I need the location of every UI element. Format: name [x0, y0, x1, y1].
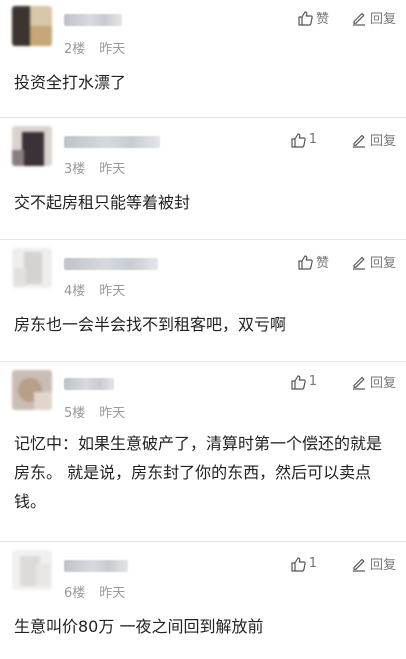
like-count: 1 — [308, 132, 317, 147]
comment-time: 昨天 — [99, 162, 126, 177]
floor-number: 5楼 — [64, 406, 86, 421]
comment-time: 昨天 — [99, 42, 126, 57]
like-count: 赞 — [315, 256, 329, 271]
avatar[interactable] — [12, 126, 52, 166]
avatar[interactable] — [12, 370, 52, 410]
like-count: 1 — [308, 374, 317, 389]
thumbs-up-icon — [291, 374, 306, 390]
pencil-icon — [352, 12, 365, 26]
pencil-icon — [352, 256, 365, 270]
comment-item: 2楼 昨天 赞 回复 投资全打水漂了 — [0, 0, 406, 118]
comment-actions: 1 回复 — [290, 554, 396, 573]
username-blurred[interactable] — [64, 378, 114, 390]
comment-time: 昨天 — [99, 586, 126, 601]
comment-list: 2楼 昨天 赞 回复 投资全打水漂了 3楼 昨天 1 回复 交不起房租只能等着被… — [0, 0, 406, 659]
username-blurred[interactable] — [64, 258, 158, 270]
like-count: 1 — [308, 556, 317, 571]
comment-item: 3楼 昨天 1 回复 交不起房租只能等着被封 — [0, 118, 406, 240]
pencil-icon — [352, 134, 365, 148]
comment-text: 交不起房租只能等着被封 — [14, 193, 191, 212]
floor-number: 3楼 — [64, 162, 86, 177]
comment-time: 昨天 — [99, 284, 126, 299]
comment-meta: 2楼 昨天 — [64, 38, 125, 57]
reply-button[interactable]: 回复 — [351, 252, 396, 271]
comment-time: 昨天 — [99, 406, 126, 421]
reply-button[interactable]: 回复 — [351, 8, 396, 27]
thumbs-up-icon — [298, 10, 313, 26]
comment-text: 记忆中：如果生意破产了，清算时第一个偿还的就是房东。 就是说，房东封了你的东西，… — [14, 434, 383, 511]
comment-item: 4楼 昨天 赞 回复 房东也一会半会找不到租客吧，双亏啊 — [0, 240, 406, 362]
reply-button[interactable]: 回复 — [351, 372, 396, 391]
username-blurred[interactable] — [64, 14, 122, 26]
reply-button[interactable]: 回复 — [351, 554, 396, 573]
thumbs-up-icon — [291, 556, 306, 572]
username-blurred[interactable] — [64, 136, 160, 148]
comment-actions: 赞 回复 — [297, 8, 396, 27]
reply-label: 回复 — [369, 256, 396, 271]
comment-text: 房东也一会半会找不到租客吧，双亏啊 — [14, 315, 287, 334]
thumbs-up-icon — [291, 132, 306, 148]
comment-text: 投资全打水漂了 — [14, 73, 127, 92]
comment-meta: 5楼 昨天 — [64, 402, 125, 421]
floor-number: 2楼 — [64, 42, 86, 57]
like-button[interactable]: 1 — [290, 132, 317, 148]
avatar[interactable] — [12, 6, 52, 46]
pencil-icon — [352, 558, 365, 572]
comment-meta: 4楼 昨天 — [64, 280, 125, 299]
comment-item: 5楼 昨天 1 回复 记忆中：如果生意破产了，清算时第一个偿还的就是房东。 就是说… — [0, 362, 406, 542]
thumbs-up-icon — [298, 254, 313, 270]
floor-number: 4楼 — [64, 284, 86, 299]
comment-text: 生意叫价80万 一夜之间回到解放前 — [14, 617, 264, 636]
like-button[interactable]: 1 — [290, 556, 317, 572]
pencil-icon — [352, 376, 365, 390]
comment-item: 6楼 昨天 1 回复 生意叫价80万 一夜之间回到解放前 — [0, 542, 406, 659]
like-count: 赞 — [315, 12, 329, 27]
reply-label: 回复 — [369, 12, 396, 27]
floor-number: 6楼 — [64, 586, 86, 601]
reply-label: 回复 — [369, 376, 396, 391]
comment-meta: 3楼 昨天 — [64, 158, 125, 177]
comment-actions: 1 回复 — [290, 130, 396, 149]
like-button[interactable]: 1 — [290, 374, 317, 390]
username-blurred[interactable] — [64, 560, 128, 572]
reply-label: 回复 — [369, 558, 396, 573]
avatar[interactable] — [12, 550, 52, 590]
comment-actions: 1 回复 — [290, 372, 396, 391]
comment-actions: 赞 回复 — [297, 252, 396, 271]
reply-button[interactable]: 回复 — [351, 130, 396, 149]
reply-label: 回复 — [369, 134, 396, 149]
like-button[interactable]: 赞 — [297, 252, 329, 271]
comment-meta: 6楼 昨天 — [64, 582, 125, 601]
like-button[interactable]: 赞 — [297, 8, 329, 27]
avatar[interactable] — [12, 248, 52, 288]
